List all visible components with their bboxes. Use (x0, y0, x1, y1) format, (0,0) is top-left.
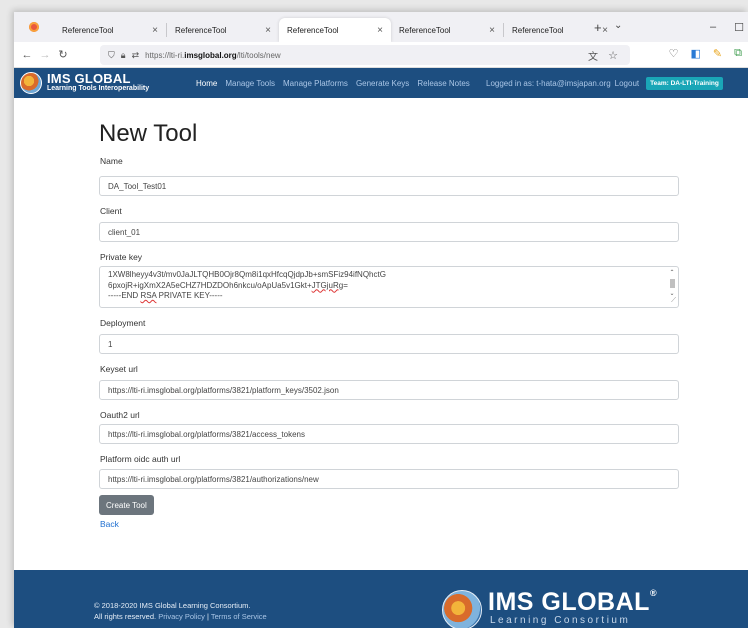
brand-title: IMS GLOBAL (47, 71, 131, 86)
private-key-textarea[interactable]: 1XW8lheyy4v3t/mv0JaJLTQHB0Ojr8Qm8i1qxHfc… (99, 266, 679, 308)
key-text: 6pxojR+igXmX2A5eCHZ7HDZDOh6nkcu/oApUa5v1… (108, 280, 312, 290)
firefox-view-button[interactable] (14, 12, 54, 42)
key-text: -----END (108, 291, 141, 300)
tab-title: ReferenceTool (175, 25, 227, 35)
ims-globe-logo-icon[interactable] (20, 72, 42, 94)
permissions-icon[interactable]: ⇄ (132, 50, 140, 61)
tab-close-icon[interactable]: × (602, 25, 608, 36)
lock-icon[interactable]: 🔒︎ (121, 50, 126, 61)
puzzle-extension-icon[interactable]: ⧉ (734, 47, 742, 60)
menu-release-notes[interactable]: Release Notes (417, 79, 469, 88)
tab-title: ReferenceTool (399, 25, 451, 35)
footer-copyright: © 2018-2020 IMS Global Learning Consorti… (94, 600, 267, 622)
maximize-icon[interactable]: ☐ (734, 21, 744, 34)
tab-close-icon[interactable]: × (265, 25, 271, 36)
name-label: Name (100, 156, 123, 166)
deployment-field[interactable]: 1 (99, 334, 679, 354)
tab-title: ReferenceTool (512, 25, 564, 35)
main-menu: Home Manage Tools Manage Platforms Gener… (196, 68, 470, 98)
keyset-url-label: Keyset url (100, 364, 138, 374)
browser-tab[interactable]: ReferenceTool × (54, 18, 166, 42)
browser-tab[interactable]: ReferenceTool × (391, 18, 503, 42)
footer-globe-logo-icon (442, 590, 482, 628)
client-field[interactable]: client_01 (99, 222, 679, 242)
tab-close-icon[interactable]: × (489, 25, 495, 36)
page-title: New Tool (99, 120, 198, 147)
tab-close-icon[interactable]: × (152, 25, 158, 36)
deployment-label: Deployment (100, 318, 146, 328)
main-content: New Tool Name DA_Tool_Test01 Client clie… (14, 98, 748, 570)
brand-subtitle: Learning Tools Interoperability (47, 85, 150, 92)
new-tab-plus-icon[interactable]: + (594, 20, 602, 35)
client-label: Client (100, 206, 122, 216)
resize-grip-icon[interactable]: ⟋ (671, 296, 676, 307)
menu-manage-tools[interactable]: Manage Tools (225, 79, 275, 88)
scroll-thumb[interactable] (669, 279, 675, 288)
back-link[interactable]: Back (100, 519, 119, 529)
tab-close-icon[interactable]: × (377, 25, 383, 36)
menu-manage-platforms[interactable]: Manage Platforms (283, 79, 348, 88)
logout-link[interactable]: Logout (615, 79, 639, 88)
bookmark-star-icon[interactable]: ☆ (608, 49, 618, 62)
oauth2-url-field[interactable]: https://lti-ri.imsglobal.org/platforms/3… (99, 424, 679, 444)
key-spell-error: RSA (140, 291, 157, 300)
shield-icon[interactable]: ⛉ (108, 50, 115, 61)
keyset-url-field[interactable]: https://lti-ri.imsglobal.org/platforms/3… (99, 380, 679, 400)
oidc-auth-url-label: Platform oidc auth url (100, 454, 181, 464)
rights-text: All rights reserved. (94, 612, 159, 621)
url-prefix: https://lti-ri. (145, 50, 185, 60)
logged-in-text: Logged in as: t-hata@imsjapan.org (486, 78, 611, 88)
private-key-label: Private key (100, 252, 143, 262)
team-badge[interactable]: Team: DA-LTI-Training (646, 76, 723, 90)
window-controls: – ☐ (710, 12, 744, 42)
url-bar[interactable]: ⛉ 🔒︎ ⇄ https://lti-ri. imsglobal.org/lti/… (100, 45, 630, 65)
login-area: Logged in as: t-hata@imsjapan.org Logout… (486, 68, 723, 98)
key-line: -----END RSA PRIVATE KEY----- (108, 291, 664, 302)
key-text: PRIVATE KEY----- (156, 291, 223, 300)
chevron-down-icon[interactable]: ⌄ (614, 20, 622, 31)
extension-icon[interactable]: ◧ (691, 47, 701, 60)
key-line: 1XW8lheyy4v3t/mv0JaJLTQHB0Ojr8Qm8i1qxHfc… (108, 270, 386, 279)
oidc-auth-url-field[interactable]: https://lti-ri.imsglobal.org/platforms/3… (99, 469, 679, 489)
tab-title: ReferenceTool (287, 25, 339, 35)
navigation-bar: ← → ↻ ⛉ 🔒︎ ⇄ https://lti-ri. imsglobal.or… (14, 42, 748, 68)
footer-logo-text: IMS GLOBAL® (488, 588, 657, 617)
copyright-text: © 2018-2020 IMS Global Learning Consorti… (94, 601, 251, 610)
browser-tab-active[interactable]: ReferenceTool × (279, 18, 391, 42)
back-arrow-icon[interactable]: ← (18, 49, 36, 61)
footer-logo-subtitle: Learning Consortium (490, 615, 631, 626)
pocket-icon[interactable]: ♡ (669, 47, 679, 60)
tab-title: ReferenceTool (62, 25, 114, 35)
reload-icon[interactable]: ↻ (54, 48, 72, 61)
url-host: imsglobal.org (184, 50, 237, 60)
privacy-policy-link[interactable]: Privacy Policy (158, 612, 205, 621)
menu-generate-keys[interactable]: Generate Keys (356, 79, 409, 88)
browser-window: ReferenceTool × ReferenceTool × Referenc… (14, 12, 748, 628)
site-header: IMS GLOBAL Learning Tools Interoperabili… (14, 68, 748, 98)
name-field[interactable]: DA_Tool_Test01 (99, 176, 679, 196)
forward-arrow-icon[interactable]: → (36, 49, 54, 61)
minimize-icon[interactable]: – (710, 21, 716, 33)
menu-home[interactable]: Home (196, 79, 217, 88)
toolbar-icons: ♡ ◧ ✎ ⧉ (669, 47, 742, 60)
create-tool-button[interactable]: Create Tool (99, 495, 154, 515)
oauth2-url-label: Oauth2 url (100, 410, 140, 420)
site-footer: © 2018-2020 IMS Global Learning Consorti… (14, 570, 748, 628)
brand-logo[interactable]: IMS GLOBAL Learning Tools Interoperabili… (47, 72, 149, 92)
pen-extension-icon[interactable]: ✎ (713, 47, 722, 60)
key-text: = (343, 280, 348, 290)
browser-tab[interactable]: ReferenceTool × (167, 18, 279, 42)
url-path: /lti/tools/new (236, 50, 281, 60)
footer-logo-title: IMS GLOBAL (488, 588, 650, 616)
terms-of-service-link[interactable]: Terms of Service (211, 612, 267, 621)
registered-mark: ® (649, 588, 658, 598)
key-spell-error: JTGjuRg (311, 280, 344, 290)
tab-strip: ReferenceTool × ReferenceTool × Referenc… (14, 12, 748, 42)
scroll-up-icon[interactable]: ⌃ (668, 269, 676, 277)
firefox-icon (29, 22, 39, 32)
footer-links-line: All rights reserved. Privacy Policy | Te… (94, 611, 267, 622)
translate-icon[interactable]: 文 (588, 48, 598, 63)
key-line: 6pxojR+igXmX2A5eCHZ7HDZDOh6nkcu/oApUa5v1… (108, 281, 664, 292)
